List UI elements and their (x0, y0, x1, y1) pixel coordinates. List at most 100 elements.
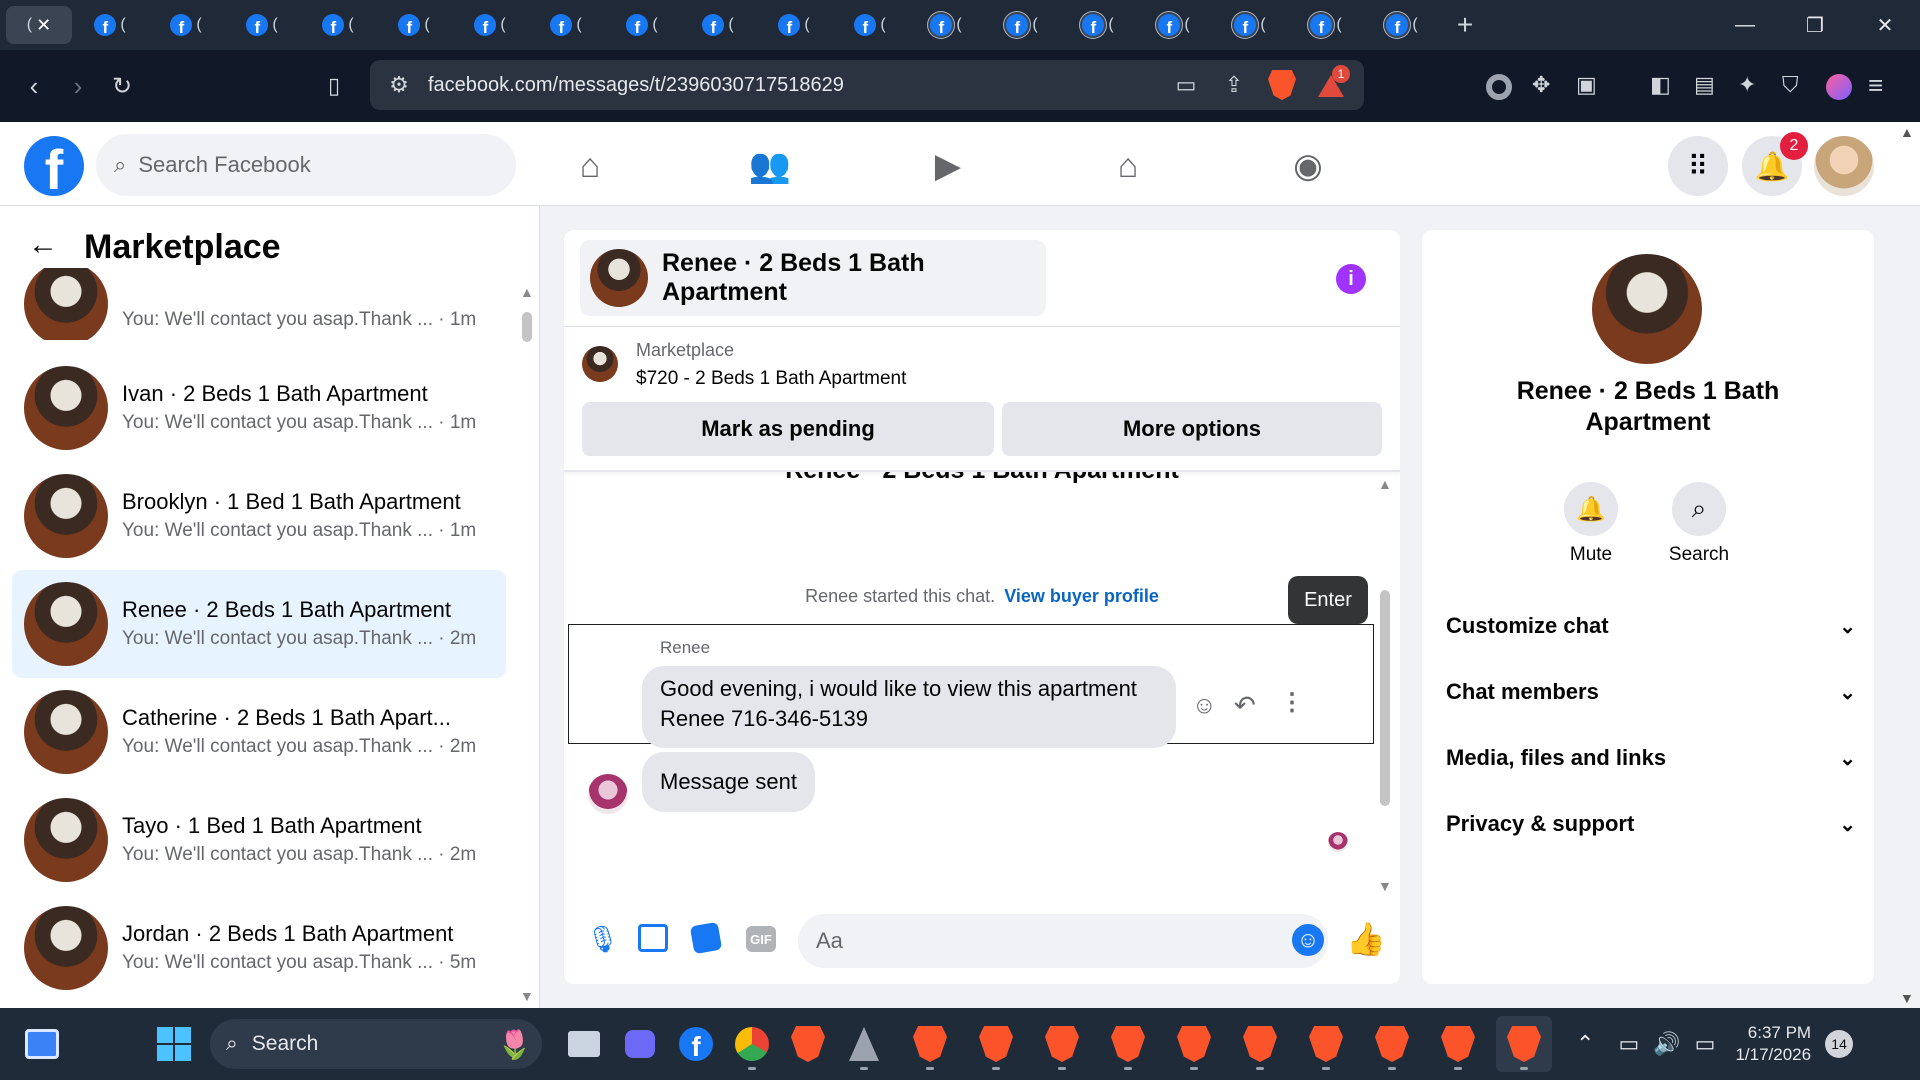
brave-rewards-icon[interactable]: 1 (1318, 65, 1350, 97)
account-avatar[interactable] (1814, 136, 1874, 196)
gif-icon[interactable]: GIF (746, 926, 776, 952)
reply-icon[interactable]: ↶ (1234, 690, 1256, 721)
contact-avatar[interactable] (1592, 254, 1702, 364)
minimize-button[interactable]: — (1710, 0, 1780, 50)
brave-window-icon[interactable] (1166, 1016, 1222, 1072)
mark-as-pending-button[interactable]: Mark as pending (582, 402, 994, 456)
app-icon[interactable] (836, 1016, 892, 1072)
network-icon[interactable]: ▭ (1618, 1031, 1639, 1057)
bookmark-icon[interactable]: ▯ (312, 64, 356, 108)
browser-tab[interactable]: f( (452, 6, 528, 44)
browser-tab[interactable]: f( (1212, 6, 1288, 44)
groups-icon[interactable]: ◉ (1278, 136, 1338, 196)
tab-close-icon[interactable]: ✕ (36, 15, 51, 36)
browser-tab[interactable]: f( (1288, 6, 1364, 44)
sidebar-icon[interactable]: ◧ (1650, 72, 1671, 98)
notification-center-badge[interactable]: 14 (1825, 1030, 1854, 1058)
photo-icon[interactable] (638, 924, 668, 952)
brave-window-icon[interactable] (1034, 1016, 1090, 1072)
thread-item[interactable]: Tayo · 1 Bed 1 Bath Apartment You: We'll … (12, 786, 506, 894)
clock[interactable]: 6:37 PM 1/17/2026 (1735, 1022, 1811, 1066)
brave-window-icon[interactable] (1298, 1016, 1354, 1072)
facebook-logo[interactable]: f (24, 136, 84, 196)
scroll-down-icon[interactable]: ▼ (520, 988, 534, 1004)
thread-item[interactable]: Renee · 2 Beds 1 Bath Apartment You: We'l… (12, 570, 506, 678)
thumbs-up-icon[interactable]: 👍 (1346, 920, 1386, 958)
browser-tab[interactable]: f( (908, 6, 984, 44)
listing-thumbnail[interactable] (582, 346, 618, 382)
close-window-button[interactable]: ✕ (1850, 0, 1920, 50)
thread-item[interactable]: Jordan · 2 Beds 1 Bath Apartment You: We'… (12, 894, 506, 1002)
address-bar[interactable]: ⚙ facebook.com/messages/t/23960307175186… (370, 60, 1364, 110)
browser-tab[interactable]: f( (528, 6, 604, 44)
marketplace-icon[interactable]: ⌂ (1098, 136, 1158, 196)
browser-tab[interactable]: f( (148, 6, 224, 44)
sticker-icon[interactable] (689, 921, 723, 955)
browser-tab[interactable]: f( (1136, 6, 1212, 44)
notifications-icon[interactable]: 🔔 2 (1742, 132, 1808, 196)
view-buyer-profile-link[interactable]: View buyer profile (1004, 586, 1159, 606)
vpn-icon[interactable]: ⛉ (1782, 72, 1799, 98)
back-arrow-icon[interactable]: ← (28, 228, 58, 262)
browser-tab[interactable]: f( (376, 6, 452, 44)
thread-partial[interactable]: You: We'll contact you asap.Thank ... · … (12, 268, 506, 340)
left-scrollbar-thumb[interactable] (522, 312, 532, 342)
mute-button[interactable]: 🔔 (1564, 482, 1618, 536)
wallet-icon[interactable]: ▤ (1694, 72, 1715, 98)
video-icon[interactable]: ▶ (918, 136, 978, 196)
tab-active[interactable]: ( ✕ (6, 6, 72, 44)
url-text[interactable]: facebook.com/messages/t/2396030717518629 (428, 74, 844, 97)
menu-icon[interactable]: ≡ (1868, 70, 1883, 101)
browser-tab[interactable]: f( (224, 6, 300, 44)
chat-scroll-down-icon[interactable]: ▼ (1378, 878, 1392, 894)
incoming-message-bubble[interactable]: Good evening, i would like to view this … (642, 666, 1176, 748)
reload-icon[interactable]: ↻ (100, 64, 144, 108)
reader-icon[interactable]: ▣ (1576, 72, 1597, 98)
thread-item[interactable]: Brooklyn · 1 Bed 1 Bath Apartment You: We… (12, 462, 506, 570)
menu-grid-icon[interactable]: ⠿ (1668, 136, 1728, 196)
search-input[interactable]: ⌕ Search Facebook (96, 134, 516, 196)
info-section-3[interactable]: Privacy & support ⌄ (1446, 804, 1856, 844)
facebook-app-icon[interactable]: f (668, 1016, 724, 1072)
outgoing-message-bubble[interactable]: Message sent (642, 752, 815, 812)
profile-icon[interactable] (1826, 74, 1852, 100)
browser-tab[interactable]: f( (680, 6, 756, 44)
browser-tab[interactable]: f( (72, 6, 148, 44)
emoji-icon[interactable]: ☺ (1292, 924, 1324, 956)
browser-tab[interactable]: f( (604, 6, 680, 44)
browser-tab[interactable]: f( (984, 6, 1060, 44)
brave-window-icon[interactable] (968, 1016, 1024, 1072)
search-in-chat-button[interactable]: ⌕ (1672, 482, 1726, 536)
page-scroll-up-icon[interactable]: ▲ (1900, 124, 1914, 140)
brave-icon[interactable] (780, 1016, 836, 1072)
install-app-icon[interactable]: ▭ (1166, 72, 1206, 98)
back-icon[interactable]: ‹ (12, 64, 56, 108)
react-icon[interactable]: ☺ (1192, 692, 1217, 720)
message-input[interactable]: Aa (798, 914, 1328, 968)
browser-tab[interactable]: f( (832, 6, 908, 44)
share-icon[interactable]: ⇪ (1214, 72, 1254, 98)
chat-scroll-up-icon[interactable]: ▲ (1378, 476, 1392, 492)
battery-icon[interactable]: ▭ (1695, 1031, 1716, 1057)
home-icon[interactable]: ⌂ (560, 136, 620, 196)
info-section-2[interactable]: Media, files and links ⌄ (1446, 738, 1856, 778)
chrome-icon[interactable] (724, 1016, 780, 1072)
taskbar-search[interactable]: ⌕ Search 🌷 (210, 1019, 542, 1069)
brave-window-icon[interactable] (1100, 1016, 1156, 1072)
brave-window-icon[interactable] (1232, 1016, 1288, 1072)
meet-icon[interactable] (612, 1016, 668, 1072)
brave-window-icon[interactable] (1496, 1016, 1552, 1072)
page-scroll-down-icon[interactable]: ▼ (1900, 990, 1914, 1006)
scroll-up-icon[interactable]: ▲ (520, 284, 534, 300)
browser-tab[interactable]: f( (756, 6, 832, 44)
thread-item[interactable]: Ivan · 2 Beds 1 Bath Apartment You: We'll… (12, 354, 506, 462)
record-icon[interactable] (1486, 74, 1512, 100)
info-icon[interactable]: i (1336, 264, 1366, 294)
browser-tab[interactable]: f( (1060, 6, 1136, 44)
chat-header-title-button[interactable]: Renee · 2 Beds 1 Bath Apartment (580, 240, 1046, 316)
more-options-button[interactable]: More options (1002, 402, 1382, 456)
brave-shields-icon[interactable] (1268, 70, 1296, 100)
new-tab-button[interactable]: + (1440, 6, 1490, 44)
info-section-1[interactable]: Chat members ⌄ (1446, 672, 1856, 712)
listing-title[interactable]: $720 - 2 Beds 1 Bath Apartment (636, 368, 906, 390)
